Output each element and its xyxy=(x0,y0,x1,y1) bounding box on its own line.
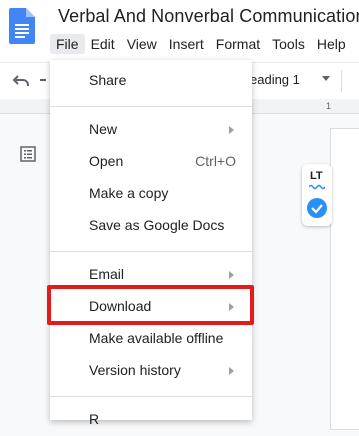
languagetool-widget[interactable]: LT xyxy=(302,164,332,226)
menu-item-rename[interactable]: R xyxy=(50,404,252,436)
menu-tools[interactable]: Tools xyxy=(266,34,311,54)
ruler-number: 1 xyxy=(326,101,332,111)
menu-item-new[interactable]: New xyxy=(50,114,252,146)
menu-item-version-history[interactable]: Version history xyxy=(50,355,252,387)
menu-item-share[interactable]: Share xyxy=(50,65,252,97)
menu-view[interactable]: View xyxy=(121,34,163,54)
menu-divider xyxy=(50,106,252,107)
download-highlight-box xyxy=(47,285,254,325)
menu-item-shortcut: Ctrl+O xyxy=(195,153,236,169)
menu-item-make-a-copy[interactable]: Make a copy xyxy=(50,178,252,210)
menu-item-label: Make available offline xyxy=(89,330,224,346)
file-menu-dropdown: Share New Open Ctrl+O Make a copy Save a… xyxy=(50,60,252,427)
menu-item-label: New xyxy=(89,121,118,137)
menu-item-label: Make a copy xyxy=(89,185,169,201)
check-circle-icon[interactable] xyxy=(307,198,327,218)
languagetool-wave-icon xyxy=(309,184,325,190)
menu-help[interactable]: Help xyxy=(311,34,352,54)
submenu-arrow-icon xyxy=(229,271,234,279)
menu-file[interactable]: File xyxy=(50,34,85,54)
menu-item-label: Open xyxy=(89,153,124,169)
document-page[interactable] xyxy=(330,128,359,430)
toolbar-divider xyxy=(341,70,342,92)
menu-bar: File Edit View Insert Format Tools Help xyxy=(50,34,352,56)
menu-item-open[interactable]: Open Ctrl+O xyxy=(50,146,252,178)
menu-item-label: Share xyxy=(89,72,127,88)
menu-divider xyxy=(50,251,252,252)
menu-divider xyxy=(50,396,252,397)
document-title[interactable]: Verbal And Nonverbal Communication xyxy=(58,6,359,27)
paragraph-style-select[interactable]: eading 1 xyxy=(250,72,300,87)
app-header: Verbal And Nonverbal Communication File E… xyxy=(0,0,359,62)
menu-item-make-available-offline[interactable]: Make available offline xyxy=(50,323,252,355)
undo-icon[interactable] xyxy=(12,72,30,88)
google-docs-logo-icon[interactable] xyxy=(9,8,35,44)
menu-edit[interactable]: Edit xyxy=(85,34,121,54)
submenu-arrow-icon xyxy=(229,367,234,375)
menu-item-label: Email xyxy=(89,266,125,282)
menu-item-label: Save as Google Docs xyxy=(89,217,225,233)
languagetool-logo: LT xyxy=(310,170,323,182)
redo-icon[interactable] xyxy=(40,72,50,88)
menu-item-label: Version history xyxy=(89,362,181,378)
menu-format[interactable]: Format xyxy=(210,34,266,54)
document-outline-icon[interactable] xyxy=(20,146,36,162)
submenu-arrow-icon xyxy=(229,126,234,134)
menu-item-save-as-google-docs[interactable]: Save as Google Docs xyxy=(50,210,252,242)
chevron-down-icon[interactable] xyxy=(322,76,330,81)
menu-item-label: R xyxy=(89,411,100,427)
menu-insert[interactable]: Insert xyxy=(163,34,210,54)
